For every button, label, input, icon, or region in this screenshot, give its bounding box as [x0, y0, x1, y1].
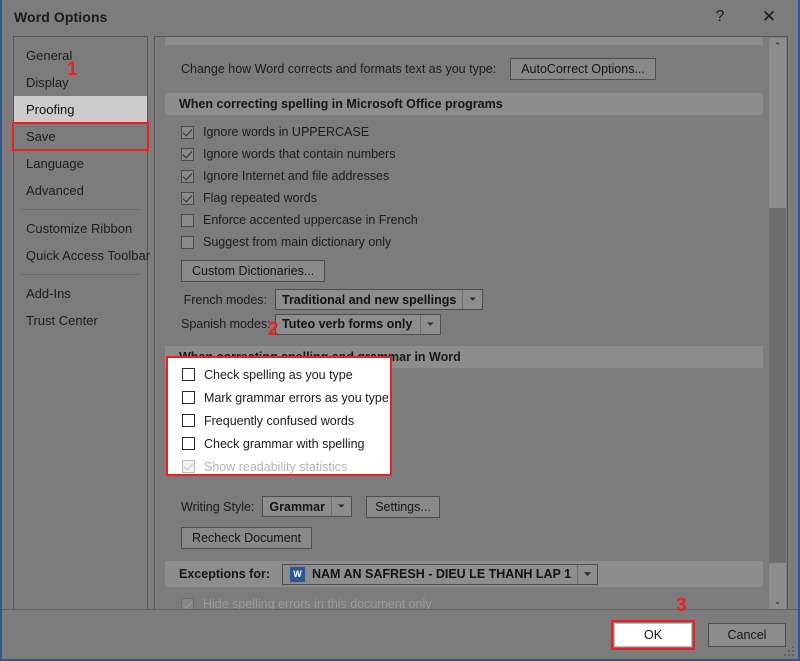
french-modes-label: French modes:: [181, 293, 267, 307]
checkbox-row-flag-repeated-words[interactable]: Flag repeated words: [181, 187, 771, 209]
checkbox-label-check-spelling-as-you-type: Check spelling as you type: [204, 368, 353, 382]
chevron-down-icon[interactable]: ⏷: [420, 315, 440, 334]
checkbox-row-ignore-numbers[interactable]: Ignore words that contain numbers: [181, 143, 771, 165]
sidebar-item-customize-ribbon[interactable]: Customize Ribbon: [14, 215, 147, 242]
checkbox-label-ignore-internet-addresses: Ignore Internet and file addresses: [203, 169, 389, 183]
sidebar-item-save[interactable]: Save: [14, 123, 147, 150]
annotation-number-2: 2: [268, 320, 279, 339]
checkbox-row-mark-grammar-errors[interactable]: Mark grammar errors as you type: [182, 386, 390, 409]
chevron-down-icon[interactable]: ⏷: [577, 565, 597, 584]
autocorrect-description: Change how Word corrects and formats tex…: [181, 62, 496, 76]
custom-dictionaries-button[interactable]: Custom Dictionaries...: [181, 260, 325, 282]
close-icon[interactable]: ✕: [746, 0, 792, 34]
checkbox-label-frequently-confused-words: Frequently confused words: [204, 414, 354, 428]
sidebar-item-quick-access-toolbar[interactable]: Quick Access Toolbar: [14, 242, 147, 269]
sidebar-nav: General Display Proofing Save Language A…: [13, 36, 148, 610]
writing-style-value: Grammar: [263, 497, 331, 516]
exceptions-value-wrap: NAM AN SAFRESH - DIEU LE THANH LAP 1: [283, 565, 577, 584]
checkbox-row-check-grammar-with-spelling[interactable]: Check grammar with spelling: [182, 432, 390, 455]
checkbox-row-frequently-confused-words[interactable]: Frequently confused words: [182, 409, 390, 432]
word-options-dialog: Word Options ? ✕ General Display Proofin…: [0, 0, 800, 661]
section-header-office: When correcting spelling in Microsoft Of…: [165, 93, 763, 115]
autocorrect-row: Change how Word corrects and formats tex…: [155, 45, 771, 93]
french-modes-dropdown[interactable]: Traditional and new spellings ⏷: [275, 289, 483, 310]
scrollbar-thumb[interactable]: [769, 208, 786, 563]
section-bar-cutoff: [165, 37, 763, 45]
sidebar-item-language[interactable]: Language: [14, 150, 147, 177]
checkbox-label-show-readability-statistics: Show readability statistics: [204, 460, 347, 474]
annotation-number-3: 3: [676, 596, 687, 615]
custom-dictionaries-row: Custom Dictionaries...: [181, 258, 771, 283]
recheck-document-row: Recheck Document: [181, 525, 771, 550]
chevron-down-icon[interactable]: ⏷: [462, 290, 482, 309]
spanish-modes-value: Tuteo verb forms only: [276, 315, 420, 334]
options-content-panel: Change how Word corrects and formats tex…: [154, 36, 788, 610]
autocorrect-options-button[interactable]: AutoCorrect Options...: [510, 58, 656, 80]
checkbox-suggest-main-dictionary[interactable]: [181, 236, 194, 249]
checkbox-label-suggest-main-dictionary: Suggest from main dictionary only: [203, 235, 391, 249]
exceptions-value: NAM AN SAFRESH - DIEU LE THANH LAP 1: [312, 567, 571, 581]
sidebar-divider-1: [21, 209, 140, 210]
checkbox-row-check-spelling-as-you-type[interactable]: Check spelling as you type: [182, 363, 390, 386]
checkbox-check-grammar-with-spelling[interactable]: [182, 437, 195, 450]
checkbox-row-enforce-accented-uppercase[interactable]: Enforce accented uppercase in French: [181, 209, 771, 231]
checkbox-label-ignore-uppercase: Ignore words in UPPERCASE: [203, 125, 369, 139]
ok-button[interactable]: OK: [614, 623, 692, 647]
checkbox-row-ignore-internet-addresses[interactable]: Ignore Internet and file addresses: [181, 165, 771, 187]
sidebar-item-proofing[interactable]: Proofing: [14, 96, 147, 123]
sidebar-item-display[interactable]: Display: [14, 69, 147, 96]
exceptions-label: Exceptions for:: [179, 567, 270, 581]
dialog-footer: OK Cancel: [2, 609, 798, 659]
sidebar-divider-2: [21, 274, 140, 275]
checkbox-frequently-confused-words[interactable]: [182, 414, 195, 427]
checkbox-label-mark-grammar-errors: Mark grammar errors as you type: [204, 391, 389, 405]
checkbox-check-spelling-as-you-type[interactable]: [182, 368, 195, 381]
checkbox-row-ignore-uppercase[interactable]: Ignore words in UPPERCASE: [181, 121, 771, 143]
sidebar-item-add-ins[interactable]: Add-Ins: [14, 280, 147, 307]
checkbox-ignore-numbers[interactable]: [181, 148, 194, 161]
grammar-settings-button[interactable]: Settings...: [366, 496, 440, 518]
writing-style-label: Writing Style:: [181, 500, 254, 514]
word-document-icon: [289, 566, 306, 583]
scroll-up-icon[interactable]: ⌃: [769, 38, 786, 55]
checkbox-ignore-uppercase[interactable]: [181, 126, 194, 139]
checkbox-show-readability-statistics: [182, 460, 195, 473]
title-bar: Word Options ? ✕: [2, 0, 798, 36]
checkbox-label-flag-repeated-words: Flag repeated words: [203, 191, 317, 205]
sidebar-item-trust-center[interactable]: Trust Center: [14, 307, 147, 334]
sidebar-item-general[interactable]: General: [14, 42, 147, 69]
checkbox-label-check-grammar-with-spelling: Check grammar with spelling: [204, 437, 364, 451]
writing-style-row: Writing Style: Grammar ⏷ Settings...: [181, 494, 771, 519]
french-modes-row: French modes: Traditional and new spelli…: [181, 287, 771, 312]
spanish-modes-label: Spanish modes:: [181, 317, 267, 331]
dialog-title: Word Options: [14, 9, 108, 25]
writing-style-dropdown[interactable]: Grammar ⏷: [262, 496, 352, 517]
checkbox-enforce-accented-uppercase[interactable]: [181, 214, 194, 227]
checkbox-label-ignore-numbers: Ignore words that contain numbers: [203, 147, 395, 161]
checkbox-row-suggest-main-dictionary[interactable]: Suggest from main dictionary only: [181, 231, 771, 253]
recheck-document-button[interactable]: Recheck Document: [181, 527, 312, 549]
annotation-number-1: 1: [67, 60, 78, 79]
checkbox-flag-repeated-words[interactable]: [181, 192, 194, 205]
scroll-down-icon[interactable]: ⌄: [769, 593, 786, 610]
resize-grip-icon[interactable]: [783, 645, 795, 657]
chevron-down-icon[interactable]: ⏷: [331, 497, 351, 516]
spanish-modes-dropdown[interactable]: Tuteo verb forms only ⏷: [275, 314, 441, 335]
exceptions-dropdown[interactable]: NAM AN SAFRESH - DIEU LE THANH LAP 1 ⏷: [282, 564, 598, 585]
grammar-options-highlight-box: Check spelling as you type Mark grammar …: [166, 356, 392, 476]
sidebar-item-advanced[interactable]: Advanced: [14, 177, 147, 204]
content-scrollbar[interactable]: ⌃ ⌄: [769, 38, 786, 610]
checkbox-mark-grammar-errors[interactable]: [182, 391, 195, 404]
french-modes-value: Traditional and new spellings: [276, 290, 462, 309]
checkbox-label-enforce-accented-uppercase: Enforce accented uppercase in French: [203, 213, 418, 227]
checkbox-row-show-readability-statistics: Show readability statistics: [182, 455, 390, 478]
checkbox-ignore-internet-addresses[interactable]: [181, 170, 194, 183]
help-icon[interactable]: ?: [697, 0, 743, 34]
exceptions-bar: Exceptions for: NAM AN SAFRESH - DIEU LE…: [165, 561, 763, 587]
cancel-button[interactable]: Cancel: [708, 623, 786, 647]
